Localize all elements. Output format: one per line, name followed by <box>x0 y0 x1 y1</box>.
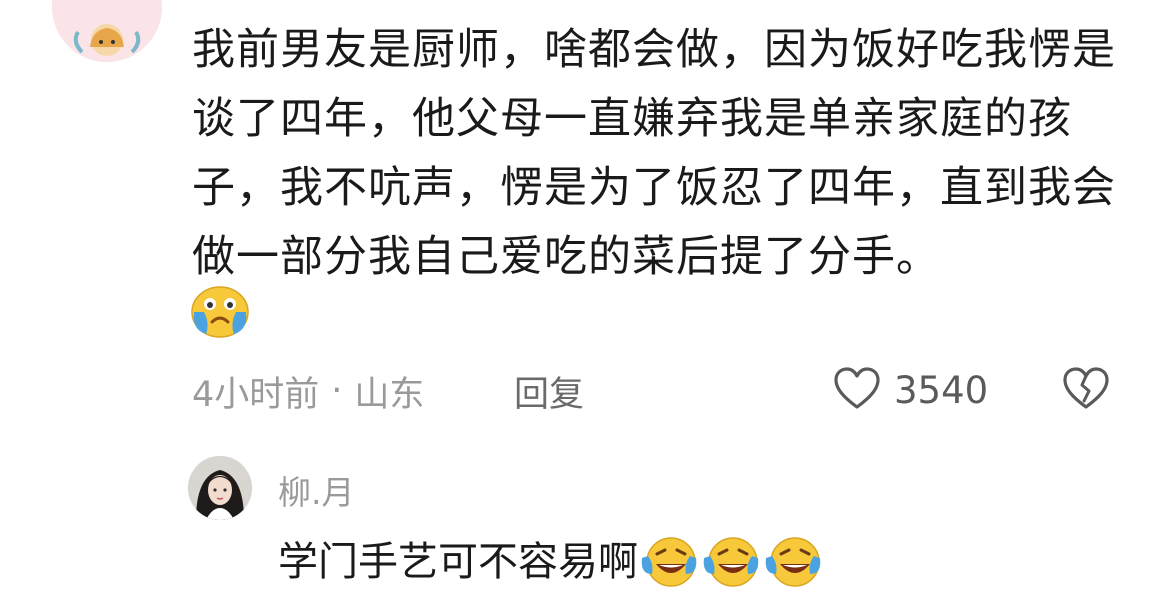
heart-outline-icon <box>832 365 882 415</box>
like-button[interactable]: 3540 <box>832 364 988 416</box>
comment-meta: 4小时前 · 山东 <box>192 366 424 416</box>
broken-heart-icon <box>1061 365 1111 415</box>
like-count: 3540 <box>894 368 989 412</box>
reply-content: 学门手艺可不容易啊 <box>278 532 822 592</box>
reply-text: 学门手艺可不容易啊 <box>278 539 638 585</box>
laughing-crying-emoji-icon <box>640 534 698 590</box>
reply-button[interactable]: 回复 <box>514 366 584 416</box>
comment-time: 4小时前 <box>192 374 320 415</box>
laughing-crying-emoji-icon <box>702 534 760 590</box>
reply-avatar[interactable] <box>188 456 252 520</box>
dislike-button[interactable] <box>1058 364 1114 416</box>
comment-text: 我前男友是厨师，啥都会做，因为饭好吃我愣是谈了四年，他父母一直嫌弃我是单亲家庭的… <box>192 25 1116 282</box>
reply-emojis <box>640 534 822 590</box>
laughing-crying-emoji-icon <box>764 534 822 590</box>
crying-face-emoji-icon <box>188 284 252 340</box>
commenter-avatar[interactable] <box>52 0 162 62</box>
meta-separator: · <box>331 371 343 411</box>
reply-author[interactable]: 柳.月 <box>278 466 355 514</box>
comment-location: 山东 <box>354 374 425 415</box>
